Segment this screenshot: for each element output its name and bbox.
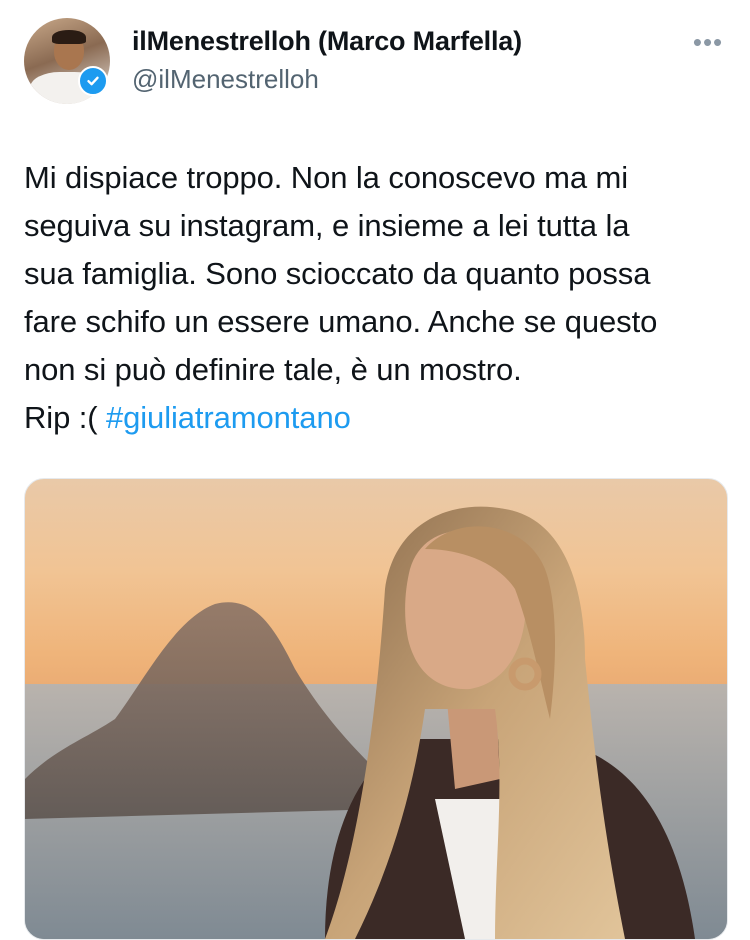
tweet-header: ilMenestrelloh (Marco Marfella) @ilMenes… <box>0 0 750 120</box>
tweet-text-prefix: Rip :( <box>24 400 106 435</box>
more-options-button[interactable]: ••• <box>690 24 726 60</box>
tweet-text-line: seguiva su instagram, e insieme a lei tu… <box>24 208 630 243</box>
tweet-text-line: sua famiglia. Sono scioccato da quanto p… <box>24 256 651 291</box>
tweet-media-photo[interactable] <box>24 478 728 940</box>
tweet-text-line: Mi dispiace troppo. Non la conoscevo ma … <box>24 160 629 195</box>
photo-illustration <box>25 506 727 939</box>
avatar-hair <box>52 30 86 44</box>
verified-badge-icon <box>78 66 108 96</box>
hashtag-link[interactable]: #giuliatramontano <box>106 400 351 435</box>
tweet-text-line: fare schifo un essere umano. Anche se qu… <box>24 304 658 339</box>
author-handle[interactable]: @ilMenestrelloh <box>132 64 319 95</box>
tweet-text-last-line: Rip :( #giuliatramontano <box>24 394 736 442</box>
author-display-name[interactable]: ilMenestrelloh (Marco Marfella) <box>132 26 522 57</box>
more-horizontal-icon: ••• <box>692 26 724 57</box>
tweet-body: Mi dispiace troppo. Non la conoscevo ma … <box>24 154 736 442</box>
tweet-text-line: non si può definire tale, è un mostro. <box>24 352 522 387</box>
